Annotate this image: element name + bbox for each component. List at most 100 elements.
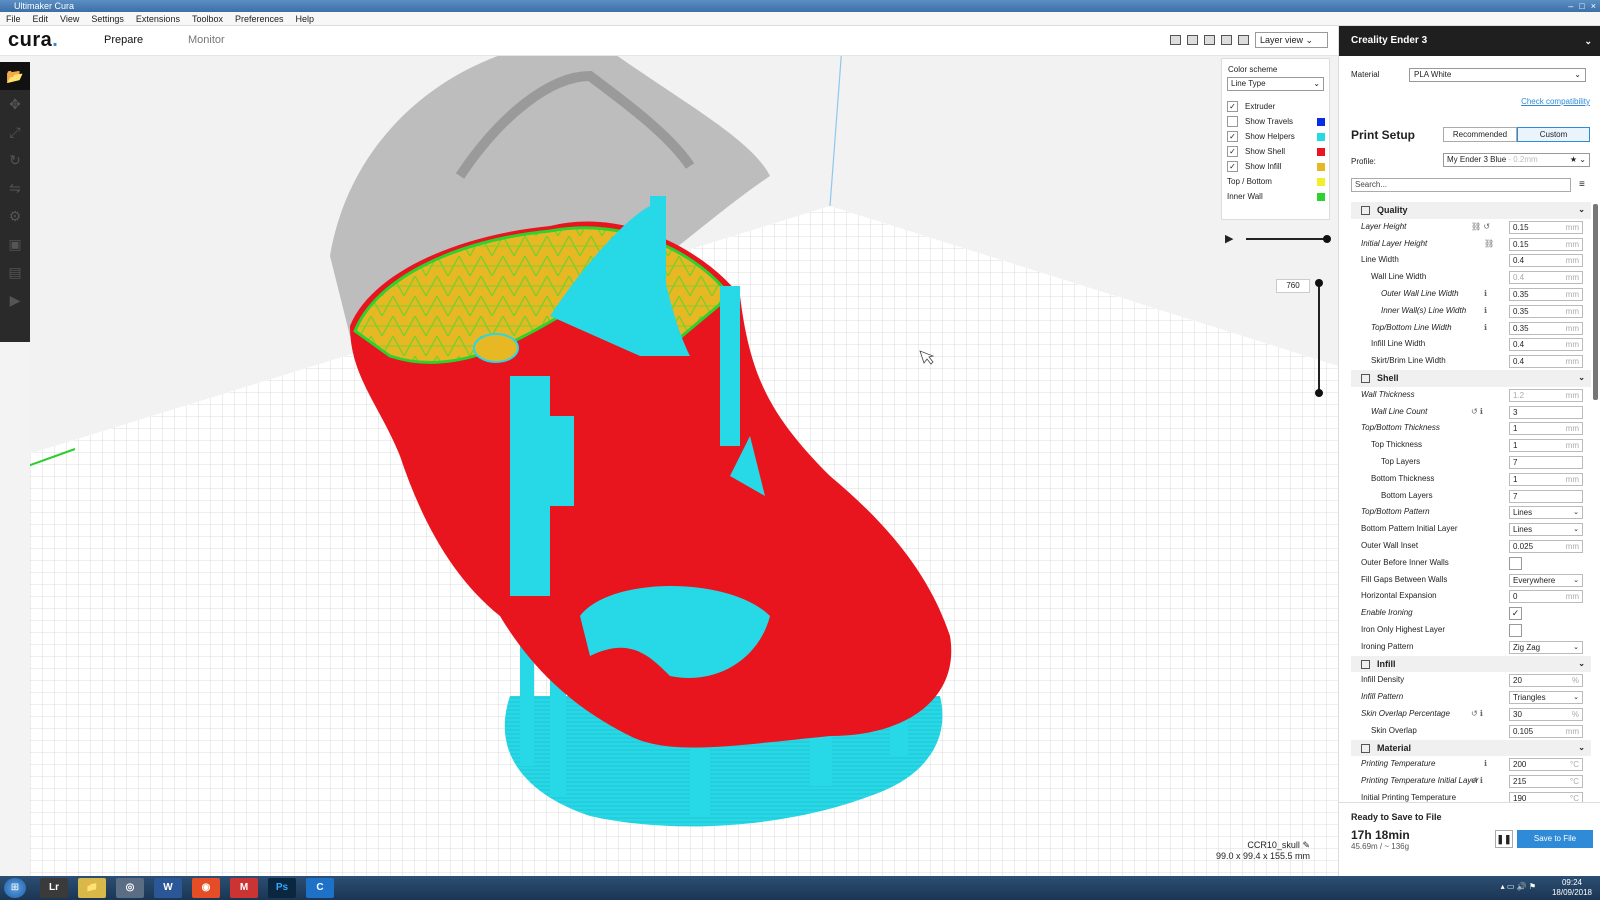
- view-top-icon[interactable]: [1204, 35, 1215, 45]
- show-travels-row[interactable]: Show Travels: [1227, 116, 1325, 128]
- setting-value-field[interactable]: 0.15 mm: [1509, 237, 1583, 251]
- rotate-tool-icon[interactable]: ↻: [0, 146, 30, 174]
- settings-menu-icon[interactable]: ≡: [1579, 179, 1585, 190]
- menu-toolbox[interactable]: Toolbox: [192, 12, 223, 25]
- setting-action-icon[interactable]: ℹ: [1484, 756, 1487, 773]
- setting-value-field[interactable]: 1 mm: [1509, 439, 1583, 453]
- show-infill-row[interactable]: ✓ Show Infill: [1227, 161, 1325, 173]
- custom-mode-button[interactable]: Custom: [1517, 127, 1590, 142]
- view-front-icon[interactable]: [1187, 35, 1198, 45]
- setting-action-icon[interactable]: ↺ ℹ: [1471, 706, 1483, 723]
- show-infill-checkbox[interactable]: ✓: [1227, 161, 1238, 172]
- taskbar-word[interactable]: W: [154, 878, 182, 898]
- 3d-viewport[interactable]: [30, 56, 1338, 876]
- show-travels-checkbox[interactable]: [1227, 116, 1238, 127]
- category-material[interactable]: Material ⌄: [1351, 739, 1591, 757]
- taskbar-lightroom[interactable]: Lr: [40, 878, 68, 898]
- open-file-icon[interactable]: 📂: [0, 62, 30, 90]
- setting-value-field[interactable]: 215 °C: [1509, 775, 1583, 789]
- system-tray-icons[interactable]: ▴ ▭ 🔊 ⚑: [1501, 882, 1536, 891]
- pause-slicing-button[interactable]: ❚❚: [1495, 830, 1513, 848]
- setting-action-icon[interactable]: ↺ ℹ: [1471, 404, 1483, 421]
- start-button[interactable]: ⊞: [4, 878, 26, 898]
- setting-value-field[interactable]: Lines ⌄: [1509, 506, 1583, 520]
- preview-icon[interactable]: ▶: [0, 286, 30, 314]
- setting-value-field[interactable]: 3: [1509, 405, 1583, 419]
- show-shell-checkbox[interactable]: ✓: [1227, 146, 1238, 157]
- layer-slider-bottom-handle[interactable]: [1315, 389, 1323, 397]
- taskbar-chrome[interactable]: ◉: [192, 878, 220, 898]
- view-right-icon[interactable]: [1238, 35, 1249, 45]
- view-3d-icon[interactable]: [1170, 35, 1181, 45]
- setting-value-field[interactable]: 0.025 mm: [1509, 539, 1583, 553]
- layer-icon[interactable]: ▤: [0, 258, 30, 286]
- setting-value-field[interactable]: 1.2 mm: [1509, 388, 1583, 402]
- path-slider-track[interactable]: [1246, 238, 1326, 240]
- setting-value-field[interactable]: 0.105 mm: [1509, 724, 1583, 738]
- printer-selector[interactable]: Creality Ender 3 ⌄: [1339, 26, 1600, 56]
- show-shell-row[interactable]: ✓ Show Shell: [1227, 146, 1325, 158]
- taskbar-explorer[interactable]: 📁: [78, 878, 106, 898]
- setting-value-field[interactable]: 0.35 mm: [1509, 304, 1583, 318]
- view-mode-select[interactable]: Layer view ⌄: [1255, 32, 1328, 48]
- tab-prepare[interactable]: Prepare: [89, 34, 158, 58]
- support-blocker-icon[interactable]: ▣: [0, 230, 30, 258]
- setting-value-field[interactable]: 30%: [1509, 707, 1583, 721]
- layer-slider-track[interactable]: [1315, 279, 1323, 397]
- show-helpers-checkbox[interactable]: ✓: [1227, 131, 1238, 142]
- setting-action-icon[interactable]: ⛓: [1484, 236, 1494, 253]
- save-to-file-button[interactable]: Save to File: [1517, 830, 1593, 848]
- setting-value-field[interactable]: 0.4 mm: [1509, 338, 1583, 352]
- taskbar-mail[interactable]: M: [230, 878, 258, 898]
- scale-tool-icon[interactable]: ⤢: [0, 118, 30, 146]
- taskbar-cura[interactable]: C: [306, 878, 334, 898]
- recommended-mode-button[interactable]: Recommended: [1443, 127, 1517, 142]
- close-button[interactable]: ×: [1591, 0, 1596, 12]
- build-plate-scene[interactable]: [30, 56, 1338, 876]
- layer-slider-top-handle[interactable]: [1315, 279, 1323, 287]
- play-icon[interactable]: ▶: [1225, 232, 1233, 245]
- category-quality[interactable]: Quality ⌄: [1351, 202, 1591, 219]
- material-select[interactable]: PLA White ⌄: [1409, 68, 1586, 82]
- color-scheme-select[interactable]: Line Type ⌄: [1227, 77, 1324, 91]
- menu-preferences[interactable]: Preferences: [235, 12, 284, 25]
- setting-action-icon[interactable]: ℹ: [1484, 320, 1487, 337]
- menu-file[interactable]: File: [6, 12, 21, 25]
- tab-monitor[interactable]: Monitor: [188, 34, 225, 46]
- setting-value-field[interactable]: 0.4 mm: [1509, 355, 1583, 369]
- setting-action-icon[interactable]: ↺ ℹ: [1471, 773, 1483, 790]
- profile-select[interactable]: My Ender 3 Blue - 0.2mm ★ ⌄: [1443, 153, 1590, 167]
- setting-value-field[interactable]: 1 mm: [1509, 472, 1583, 486]
- system-clock[interactable]: 09:24 18/09/2018: [1552, 878, 1592, 898]
- setting-checkbox[interactable]: [1509, 623, 1522, 637]
- setting-value-field[interactable]: 0 mm: [1509, 590, 1583, 604]
- setting-value-field[interactable]: 0.15 mm: [1509, 220, 1583, 234]
- setting-value-field[interactable]: 7: [1509, 489, 1583, 503]
- layer-number-input[interactable]: 760: [1276, 279, 1310, 293]
- edit-name-icon[interactable]: ✎: [1302, 840, 1310, 850]
- menu-help[interactable]: Help: [296, 12, 315, 25]
- path-slider-handle[interactable]: [1323, 235, 1331, 243]
- taskbar-app-3[interactable]: ◎: [116, 878, 144, 898]
- setting-value-field[interactable]: 0.35 mm: [1509, 321, 1583, 335]
- category-shell[interactable]: Shell ⌄: [1351, 369, 1591, 387]
- setting-value-field[interactable]: 0.35 mm: [1509, 287, 1583, 301]
- setting-action-icon[interactable]: ⛓ ↺: [1471, 219, 1490, 236]
- view-left-icon[interactable]: [1221, 35, 1232, 45]
- move-tool-icon[interactable]: ✥: [0, 90, 30, 118]
- menu-view[interactable]: View: [60, 12, 79, 25]
- setting-value-field[interactable]: Triangles ⌄: [1509, 691, 1583, 705]
- setting-value-field[interactable]: 0.4 mm: [1509, 254, 1583, 268]
- settings-search-input[interactable]: Search...: [1351, 178, 1571, 192]
- minimize-button[interactable]: –: [1568, 0, 1573, 12]
- setting-value-field[interactable]: 7: [1509, 455, 1583, 469]
- show-helpers-row[interactable]: ✓ Show Helpers: [1227, 131, 1325, 143]
- category-infill[interactable]: Infill ⌄: [1351, 655, 1591, 673]
- setting-checkbox[interactable]: ✓: [1509, 607, 1522, 621]
- setting-value-field[interactable]: Everywhere ⌄: [1509, 573, 1583, 587]
- setting-value-field[interactable]: 0.4 mm: [1509, 271, 1583, 285]
- extruder-row[interactable]: ✓ Extruder: [1227, 101, 1325, 113]
- settings-scrollbar[interactable]: [1593, 204, 1598, 400]
- setting-value-field[interactable]: Lines ⌄: [1509, 523, 1583, 537]
- setting-action-icon[interactable]: ℹ: [1484, 303, 1487, 320]
